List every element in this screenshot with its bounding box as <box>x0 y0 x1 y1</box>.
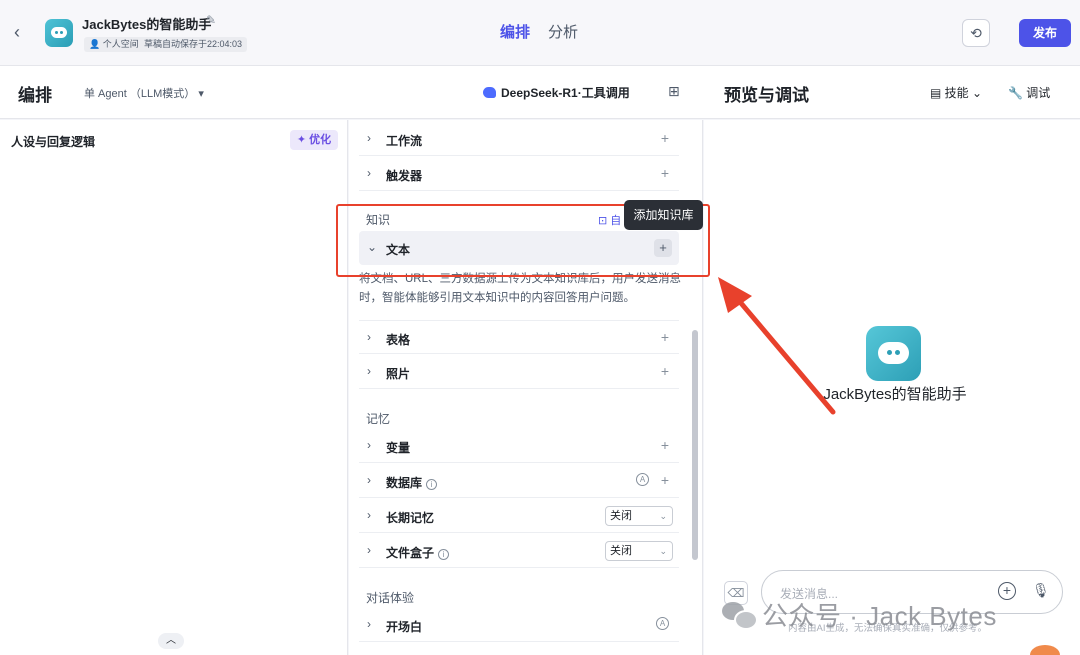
chevron-right-icon: › <box>367 131 371 145</box>
trigger-label: 触发器 <box>386 169 423 183</box>
persona-panel: 人设与回复逻辑 ✦ 优化 ︿ <box>0 120 348 655</box>
table-row[interactable]: › 表格 + <box>359 320 679 354</box>
preview-title: 预览与调试 <box>724 86 809 105</box>
trigger-row[interactable]: › 触发器 + <box>359 157 679 191</box>
config-scrollbar[interactable] <box>692 330 698 560</box>
plus-circle-icon[interactable]: + <box>998 582 1016 600</box>
add-photo-icon[interactable]: + <box>661 363 669 379</box>
chevron-right-icon: › <box>367 438 371 452</box>
chevron-down-icon: ⌄ <box>659 546 667 556</box>
info-icon[interactable]: i <box>438 549 450 560</box>
photo-label: 照片 <box>386 367 411 381</box>
long-memory-label: 长期记忆 <box>386 511 435 525</box>
deepseek-icon <box>483 87 496 98</box>
wechat-icon <box>722 602 758 630</box>
debug-button[interactable]: 🔧 调试 <box>1008 84 1050 101</box>
chevron-right-icon: › <box>367 166 371 180</box>
bot-name: JackBytes的智能助手 <box>823 386 967 403</box>
long-memory-row[interactable]: › 长期记忆 关闭 ⌄ <box>359 499 679 533</box>
table-label: 表格 <box>386 333 411 347</box>
chevron-right-icon: › <box>367 473 371 487</box>
app-title: JackBytes的智能助手 <box>82 17 212 32</box>
chevron-right-icon: › <box>367 617 371 631</box>
add-workflow-icon[interactable]: + <box>661 130 669 146</box>
skill-dropdown[interactable]: ▤ 技能 ⌄ <box>930 84 982 101</box>
database-row[interactable]: › 数据库 i A + <box>359 464 679 498</box>
optimize-button[interactable]: ✦ 优化 <box>290 130 338 150</box>
database-label: 数据库 i <box>386 474 438 491</box>
workflow-label: 工作流 <box>386 134 423 148</box>
app-logo-icon <box>45 19 73 47</box>
persona-label: 人设与回复逻辑 <box>11 135 96 149</box>
add-database-icon[interactable]: + <box>661 472 669 488</box>
arrange-title: 编排 <box>18 86 52 105</box>
sparkle-icon: ✦ <box>296 134 310 146</box>
chevron-right-icon: › <box>367 543 371 557</box>
add-trigger-icon[interactable]: + <box>661 165 669 181</box>
opening-row[interactable]: › 开场白 A <box>359 608 679 642</box>
dialog-title: 对话体验 <box>366 591 415 605</box>
variable-label: 变量 <box>386 441 411 455</box>
opening-label: 开场白 <box>386 620 423 634</box>
chevron-right-icon: › <box>367 330 371 344</box>
filebox-select[interactable]: 关闭 ⌄ <box>605 541 673 561</box>
tab-arrange[interactable]: 编排 <box>500 21 530 42</box>
info-icon[interactable]: i <box>426 479 438 490</box>
autosave-tag: 草稿自动保存于22:04:03 <box>139 37 248 52</box>
add-variable-icon[interactable]: + <box>661 437 669 453</box>
agent-mode-select[interactable]: 单 Agent （LLM模式） ▾ <box>84 85 204 101</box>
chevron-right-icon: › <box>367 508 371 522</box>
wrench-icon: 🔧 <box>1008 86 1027 100</box>
bot-avatar <box>866 326 921 381</box>
sub-toolbar: 编排 单 Agent （LLM模式） ▾ DeepSeek-R1·工具调用 ⊞ … <box>0 66 1080 119</box>
chevron-down-icon: ⌄ <box>659 511 667 521</box>
long-memory-select[interactable]: 关闭 ⌄ <box>605 506 673 526</box>
memory-title: 记忆 <box>366 412 391 426</box>
skill-icon: ▤ <box>930 86 945 100</box>
grid-icon[interactable]: ⊞ <box>668 83 680 100</box>
auto-badge-icon: A <box>636 473 649 486</box>
model-select[interactable]: DeepSeek-R1·工具调用 <box>483 84 630 101</box>
top-header: ‹ JackBytes的智能助手 ✎ 👤 个人空间 草稿自动保存于22:04:0… <box>0 0 1080 66</box>
photo-row[interactable]: › 照片 + <box>359 355 679 389</box>
collapse-icon[interactable]: ︿ <box>158 633 184 649</box>
tab-analysis[interactable]: 分析 <box>548 21 578 42</box>
publish-button[interactable]: 发布 <box>1019 19 1071 47</box>
microphone-icon[interactable]: 🎙 <box>1032 582 1050 599</box>
filebox-row[interactable]: › 文件盒子 i 关闭 ⌄ <box>359 534 679 568</box>
add-knowledge-tooltip: 添加知识库 <box>624 200 703 230</box>
workflow-row[interactable]: › 工作流 + <box>359 122 679 156</box>
edit-icon[interactable]: ✎ <box>206 13 216 27</box>
back-icon[interactable]: ‹ <box>14 22 30 42</box>
preview-panel: JackBytes的智能助手 ⌫ 发送消息... + 🎙 内容由AI生成，无法确… <box>704 120 1080 655</box>
variable-row[interactable]: › 变量 + <box>359 429 679 463</box>
space-tag: 👤 个人空间 <box>84 37 144 52</box>
history-icon[interactable]: ⟲ <box>962 19 990 47</box>
add-table-icon[interactable]: + <box>661 329 669 345</box>
filebox-label: 文件盒子 i <box>386 544 450 561</box>
chevron-right-icon: › <box>367 364 371 378</box>
auto-badge-icon: A <box>656 617 669 630</box>
watermark: 公众号 · Jack Bytes <box>722 596 997 633</box>
